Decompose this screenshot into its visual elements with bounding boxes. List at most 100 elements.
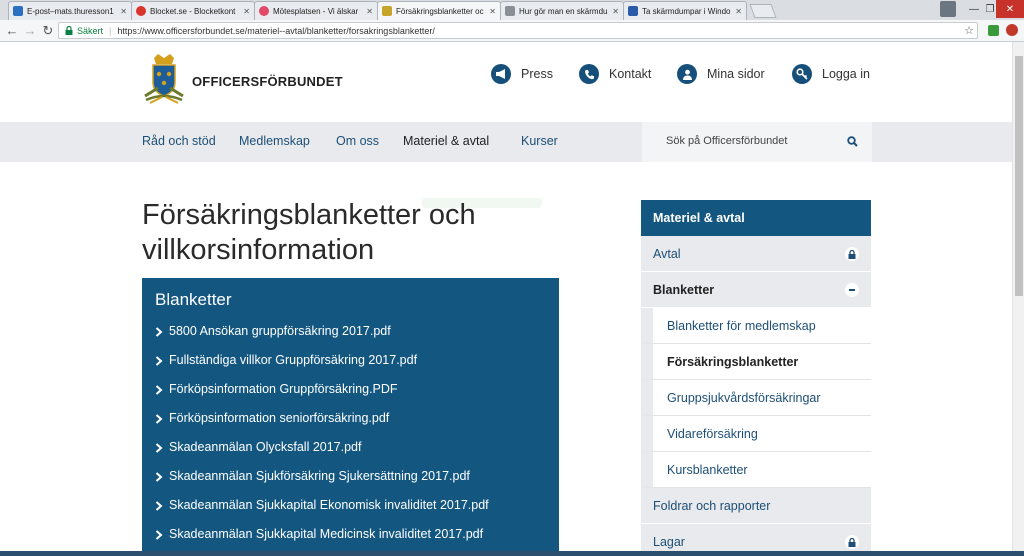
- secure-label: Säkert: [77, 25, 104, 36]
- nav-om-oss[interactable]: Om oss: [336, 134, 379, 148]
- tab-title: Ta skärmdumpar i Windo: [642, 6, 731, 16]
- close-window-icon[interactable]: ✕: [996, 0, 1024, 18]
- key-icon: [792, 64, 812, 84]
- blanketter-box: Blanketter 5800 Ansökan gruppförsäkring …: [142, 278, 559, 556]
- windows-taskbar: [0, 551, 1024, 556]
- outlook-icon: [13, 6, 23, 16]
- nav-kurser[interactable]: Kurser: [521, 134, 558, 148]
- sidebar-subitem-vidareforsakring[interactable]: Vidareförsäkring: [641, 416, 871, 452]
- section-sidebar: Materiel & avtal Avtal Blanketter Blanke…: [641, 200, 871, 556]
- url-text: https://www.officersforbundet.se/materie…: [117, 25, 435, 36]
- close-tab-icon[interactable]: ✕: [489, 7, 496, 16]
- close-tab-icon[interactable]: ✕: [243, 7, 250, 16]
- top-link-press[interactable]: Press: [491, 64, 553, 84]
- browser-tab-3[interactable]: Mötesplatsen - Vi älskar ✕: [254, 1, 378, 20]
- nav-rad-och-stod[interactable]: Råd och stöd: [142, 134, 216, 148]
- forward-icon[interactable]: →: [22, 23, 38, 39]
- crest-icon: [382, 6, 392, 16]
- sidebar-item-label: Lagar: [653, 535, 685, 549]
- officersforbundet-logo[interactable]: [142, 52, 186, 106]
- blocket-icon: [136, 6, 146, 16]
- file-name: Fullständiga villkor Gruppförsäkring 201…: [169, 353, 418, 367]
- profile-icon[interactable]: [940, 1, 956, 17]
- tab-title: Försäkringsblanketter oc: [396, 6, 484, 16]
- chevron-right-icon: [155, 472, 163, 482]
- chevron-right-icon: [155, 530, 163, 540]
- search-input[interactable]: Sök på Officersförbundet: [666, 135, 787, 147]
- file-name: Skadeanmälan Sjukkapital Ekonomisk inval…: [169, 498, 489, 512]
- sidebar-heading[interactable]: Materiel & avtal: [641, 200, 871, 236]
- nav-medlemskap[interactable]: Medlemskap: [239, 134, 310, 148]
- sidebar-item-avtal[interactable]: Avtal: [641, 236, 871, 272]
- nav-materiel-avtal[interactable]: Materiel & avtal: [403, 134, 489, 148]
- collapse-minus-icon[interactable]: [845, 283, 859, 297]
- browser-tab-2[interactable]: Blocket.se - Blocketkont ✕: [131, 1, 255, 20]
- screenshot-site-icon: [628, 6, 638, 16]
- brand-name[interactable]: OFFICERSFÖRBUNDET: [192, 74, 343, 89]
- tab-title: E-post–mats.thuresson1: [27, 6, 114, 16]
- new-tab-button[interactable]: [749, 4, 777, 18]
- search-icon[interactable]: [847, 136, 858, 147]
- scrollbar-thumb[interactable]: [1015, 56, 1023, 296]
- page-scrollbar[interactable]: [1012, 42, 1024, 556]
- lock-icon: [65, 26, 73, 35]
- sidebar-item-blanketter[interactable]: Blanketter: [641, 272, 871, 308]
- file-link[interactable]: Förköpsinformation Gruppförsäkring.PDF: [155, 382, 489, 411]
- file-link[interactable]: 5800 Ansökan gruppförsäkring 2017.pdf: [155, 324, 489, 353]
- file-name: 5800 Ansökan gruppförsäkring 2017.pdf: [169, 324, 391, 338]
- file-link[interactable]: Förköpsinformation seniorförsäkring.pdf: [155, 411, 489, 440]
- web-page: OFFICERSFÖRBUNDET Press Kontakt Mina sid…: [0, 42, 1012, 556]
- doc-icon: [505, 6, 515, 16]
- top-link-kontakt[interactable]: Kontakt: [579, 64, 651, 84]
- browser-tab-4-active[interactable]: Försäkringsblanketter oc ✕: [377, 1, 501, 20]
- file-link[interactable]: Skadeanmälan Sjukförsäkring Sjukersättni…: [155, 469, 489, 498]
- chevron-right-icon: [155, 327, 163, 337]
- extension-icon[interactable]: [988, 25, 999, 36]
- chevron-right-icon: [155, 501, 163, 511]
- lock-icon: [845, 247, 859, 261]
- sidebar-item-label: Foldrar och rapporter: [653, 499, 771, 513]
- file-list: 5800 Ansökan gruppförsäkring 2017.pdf Fu…: [155, 324, 489, 556]
- sidebar-item-foldrar[interactable]: Foldrar och rapporter: [641, 488, 871, 524]
- sidebar-subitem-forsakringsblanketter[interactable]: Försäkringsblanketter: [641, 344, 871, 380]
- sidebar-item-label: Blanketter: [653, 283, 715, 297]
- blanketter-heading: Blanketter: [155, 290, 232, 309]
- bookmark-star-icon[interactable]: ☆: [964, 24, 974, 37]
- reload-icon[interactable]: ↻: [40, 23, 56, 39]
- sidebar-subitem-gruppsjukvard[interactable]: Gruppsjukvårdsförsäkringar: [641, 380, 871, 416]
- file-name: Skadeanmälan Sjukkapital Medicinsk inval…: [169, 527, 484, 541]
- chevron-right-icon: [155, 414, 163, 424]
- file-link[interactable]: Skadeanmälan Olycksfall 2017.pdf: [155, 440, 489, 469]
- tab-strip: E-post–mats.thuresson1 ✕ Blocket.se - Bl…: [0, 0, 1024, 20]
- sidebar-subitem-medlemskap[interactable]: Blanketter för medlemskap: [641, 308, 871, 344]
- browser-tab-5[interactable]: Hur gör man en skärmdu ✕: [500, 1, 624, 20]
- top-link-mina-sidor[interactable]: Mina sidor: [677, 64, 765, 84]
- top-link-logga-in[interactable]: Logga in: [792, 64, 870, 84]
- extension-icon[interactable]: [1006, 24, 1018, 36]
- sidebar-subitem-kursblanketter[interactable]: Kursblanketter: [641, 452, 871, 488]
- chevron-right-icon: [155, 385, 163, 395]
- top-link-label: Kontakt: [609, 67, 652, 81]
- sidebar-item-label: Avtal: [653, 247, 681, 261]
- main-navigation: Råd och stöd Medlemskap Om oss Materiel …: [0, 122, 1012, 162]
- megaphone-icon: [491, 64, 511, 84]
- top-link-label: Logga in: [822, 67, 870, 81]
- close-tab-icon[interactable]: ✕: [612, 7, 619, 16]
- close-tab-icon[interactable]: ✕: [120, 7, 127, 16]
- top-link-label: Press: [521, 67, 553, 81]
- site-search[interactable]: Sök på Officersförbundet: [642, 122, 872, 162]
- browser-tab-6[interactable]: Ta skärmdumpar i Windo ✕: [623, 1, 747, 20]
- close-tab-icon[interactable]: ✕: [366, 7, 373, 16]
- file-link[interactable]: Skadeanmälan Sjukkapital Ekonomisk inval…: [155, 498, 489, 527]
- back-icon[interactable]: ←: [4, 23, 20, 39]
- user-icon: [677, 64, 697, 84]
- heart-icon: [259, 6, 269, 16]
- chevron-right-icon: [155, 356, 163, 366]
- file-link[interactable]: Fullständiga villkor Gruppförsäkring 201…: [155, 353, 489, 382]
- file-name: Skadeanmälan Olycksfall 2017.pdf: [169, 440, 362, 454]
- address-bar: ← → ↻ Säkert | https://www.officersforbu…: [0, 20, 1024, 42]
- tab-title: Blocket.se - Blocketkont: [150, 6, 236, 16]
- url-field[interactable]: Säkert | https://www.officersforbundet.s…: [58, 22, 978, 39]
- close-tab-icon[interactable]: ✕: [735, 7, 742, 16]
- browser-tab-1[interactable]: E-post–mats.thuresson1 ✕: [8, 1, 132, 20]
